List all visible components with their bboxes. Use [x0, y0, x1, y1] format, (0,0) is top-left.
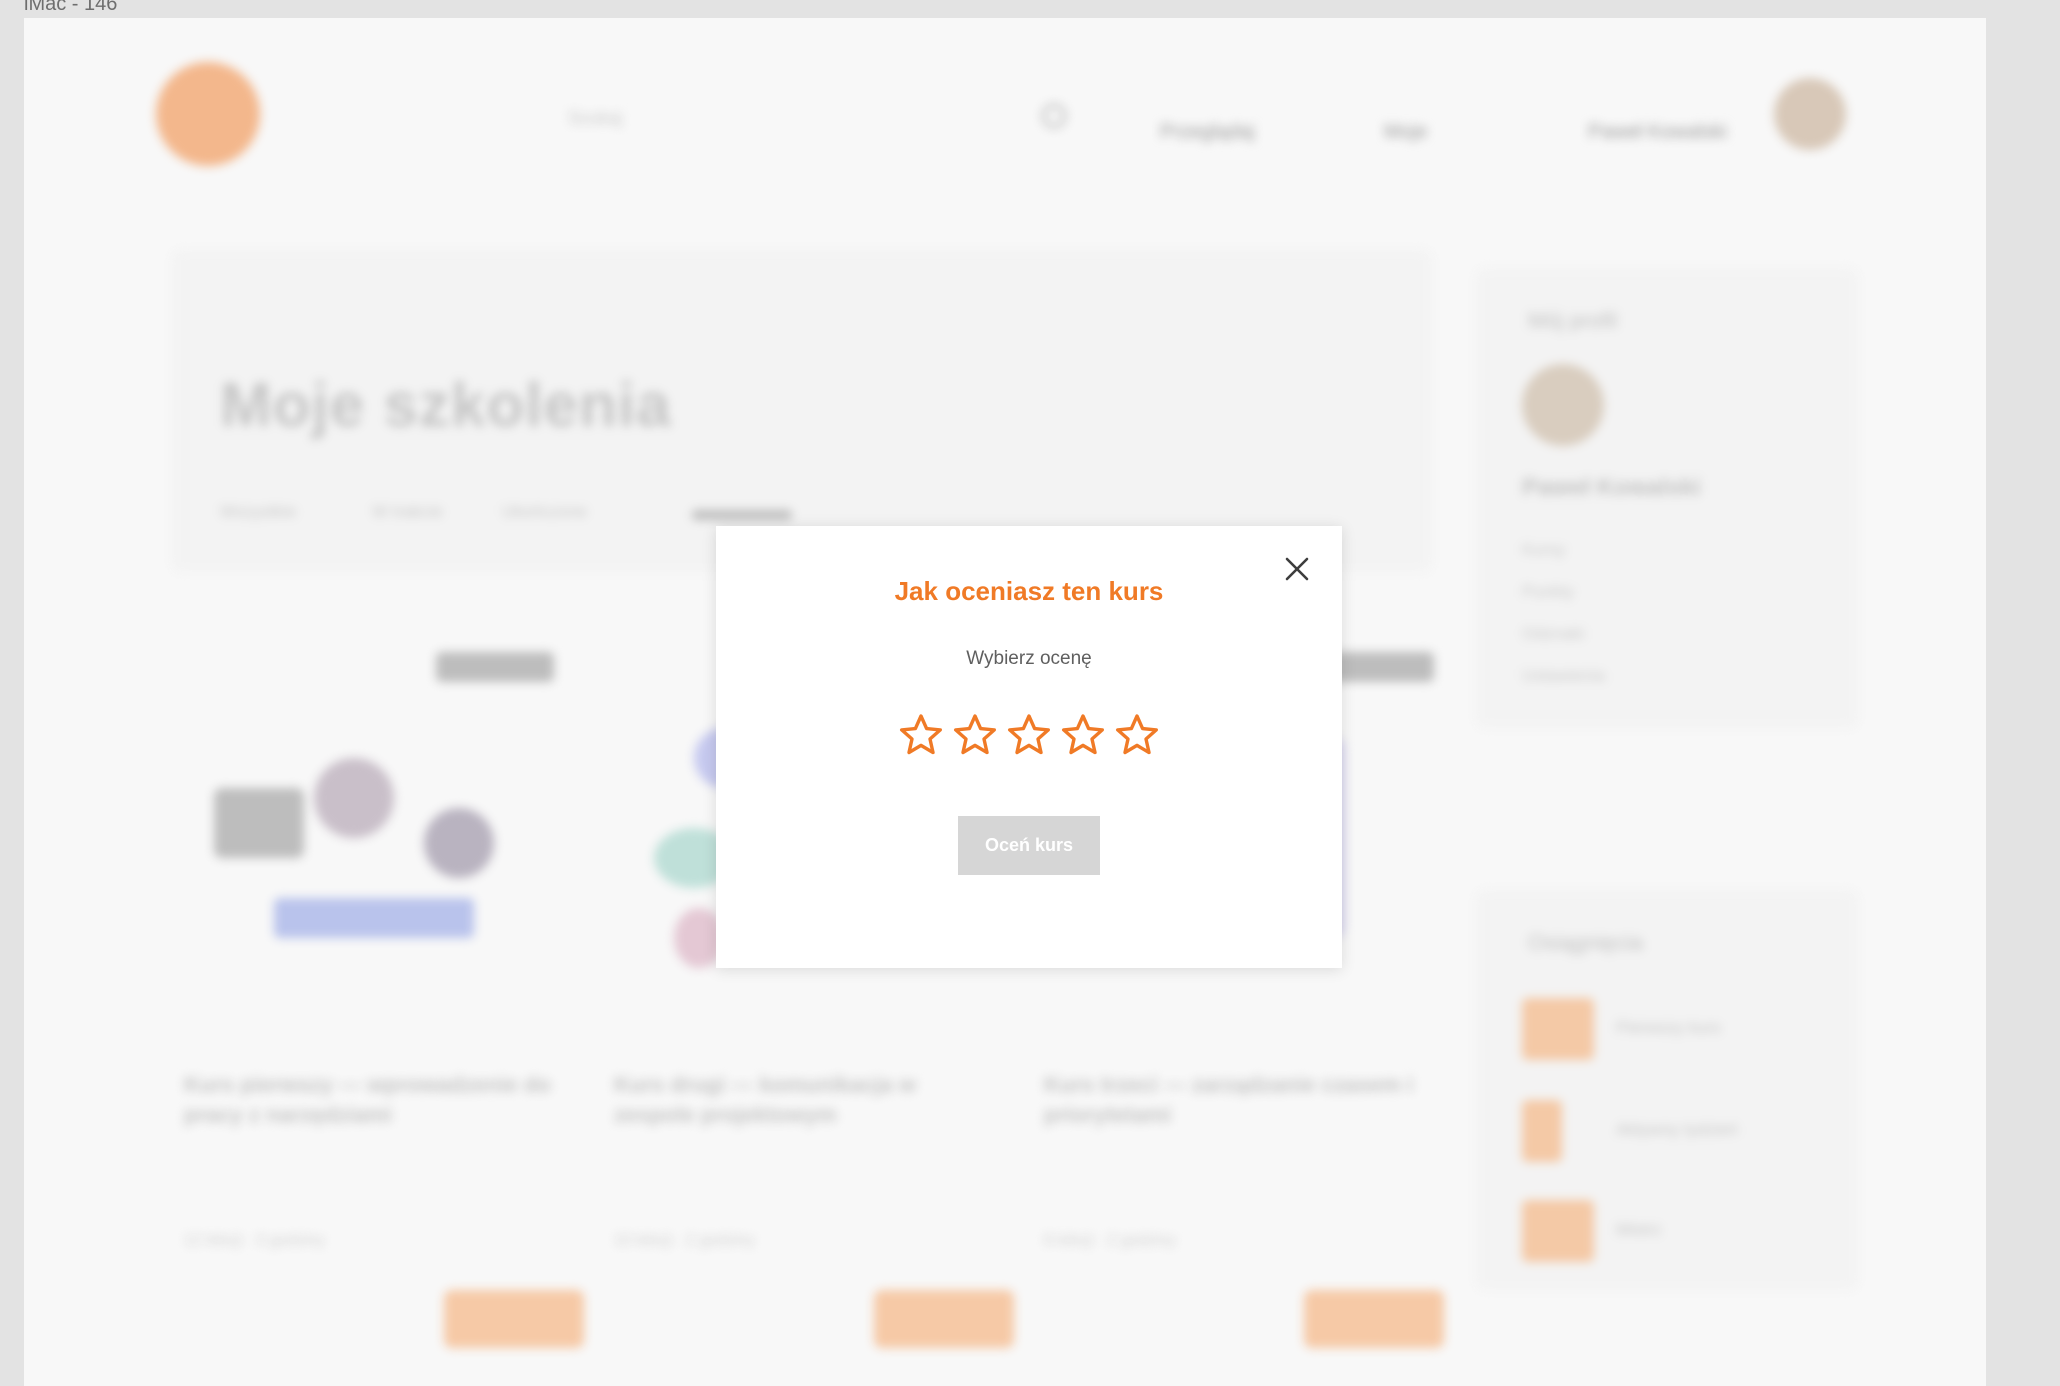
course-action-button[interactable]	[874, 1290, 1014, 1348]
course-meta: 12 lekcji · 3 godziny	[184, 1232, 325, 1249]
profile-line: Punkty	[1522, 582, 1574, 601]
achievement-icon	[1522, 998, 1594, 1060]
logo[interactable]	[156, 62, 260, 166]
tab-all[interactable]: Wszystkie	[220, 502, 297, 522]
search-bar[interactable]: Szukaj	[558, 100, 1078, 136]
course-action-button[interactable]	[444, 1290, 584, 1348]
tab-in-progress[interactable]: W trakcie	[372, 502, 443, 522]
nav-courses[interactable]: Przeglądaj	[1160, 121, 1255, 144]
page-header-card: Moje szkolenia Wszystkie W trakcie Ukońc…	[172, 250, 1432, 572]
course-image[interactable]	[184, 708, 564, 978]
achievements-card-title: Osiągnięcia	[1528, 930, 1643, 955]
profile-line: Ustawienia	[1522, 666, 1606, 685]
star-icon[interactable]	[1006, 712, 1052, 758]
tab-completed[interactable]: Ukończone	[502, 502, 587, 522]
avatar[interactable]	[1774, 78, 1846, 150]
modal-subtitle: Wybierz ocenę	[966, 648, 1092, 669]
profile-line: Odznaki	[1522, 624, 1585, 643]
tab-active-indicator	[692, 510, 792, 520]
achievements-card: Osiągnięcia Pierwszy kurs Aktywny tydzie…	[1476, 890, 1858, 1290]
achievement-label: Pierwszy kurs	[1616, 1018, 1721, 1037]
frame-label: iMac - 146	[24, 0, 118, 15]
logo-mark	[188, 98, 228, 128]
nav-more[interactable]: Moje	[1384, 121, 1427, 144]
profile-card: Mój profil Paweł Kowalski Kursy Punkty O…	[1476, 268, 1858, 728]
course-meta: 10 lekcji · 2 godziny	[614, 1232, 755, 1249]
profile-avatar	[1522, 364, 1604, 446]
course-title[interactable]: Kurs pierwszy — wprowadzenie do pracy z …	[184, 1070, 564, 1130]
achievement-icon	[1522, 1200, 1594, 1262]
course-title[interactable]: Kurs drugi — komunikacja w zespole proje…	[614, 1070, 994, 1130]
course-meta: 8 lekcji · 2 godziny	[1044, 1232, 1176, 1249]
achievement-label: Aktywny tydzień	[1616, 1120, 1738, 1139]
star-icon[interactable]	[1060, 712, 1106, 758]
star-icon[interactable]	[1114, 712, 1160, 758]
star-icon[interactable]	[952, 712, 998, 758]
star-rating[interactable]	[716, 712, 1342, 758]
user-name[interactable]: Paweł Kowalski	[1588, 121, 1727, 144]
rating-modal: Jak oceniasz ten kurs Wybierz ocenę Oceń…	[716, 526, 1342, 968]
modal-title: Jak oceniasz ten kurs	[894, 576, 1164, 606]
profile-line: Kursy	[1522, 540, 1566, 559]
profile-name: Paweł Kowalski	[1522, 474, 1701, 501]
profile-card-title: Mój profil	[1528, 308, 1618, 333]
search-icon[interactable]	[1042, 104, 1066, 128]
artboard: Szukaj Przeglądaj Moje Paweł Kowalski Mo…	[24, 18, 1986, 1386]
course-badge	[436, 652, 554, 682]
achievement-label: Mistrz	[1616, 1220, 1662, 1239]
rate-course-button[interactable]: Oceń kurs	[958, 816, 1100, 875]
achievement-icon	[1522, 1100, 1562, 1162]
course-action-button[interactable]	[1304, 1290, 1444, 1348]
course-title[interactable]: Kurs trzeci — zarządzanie czasem i prior…	[1044, 1070, 1424, 1130]
star-icon[interactable]	[898, 712, 944, 758]
search-input[interactable]: Szukaj	[568, 108, 622, 129]
page-title: Moje szkolenia	[220, 371, 672, 440]
